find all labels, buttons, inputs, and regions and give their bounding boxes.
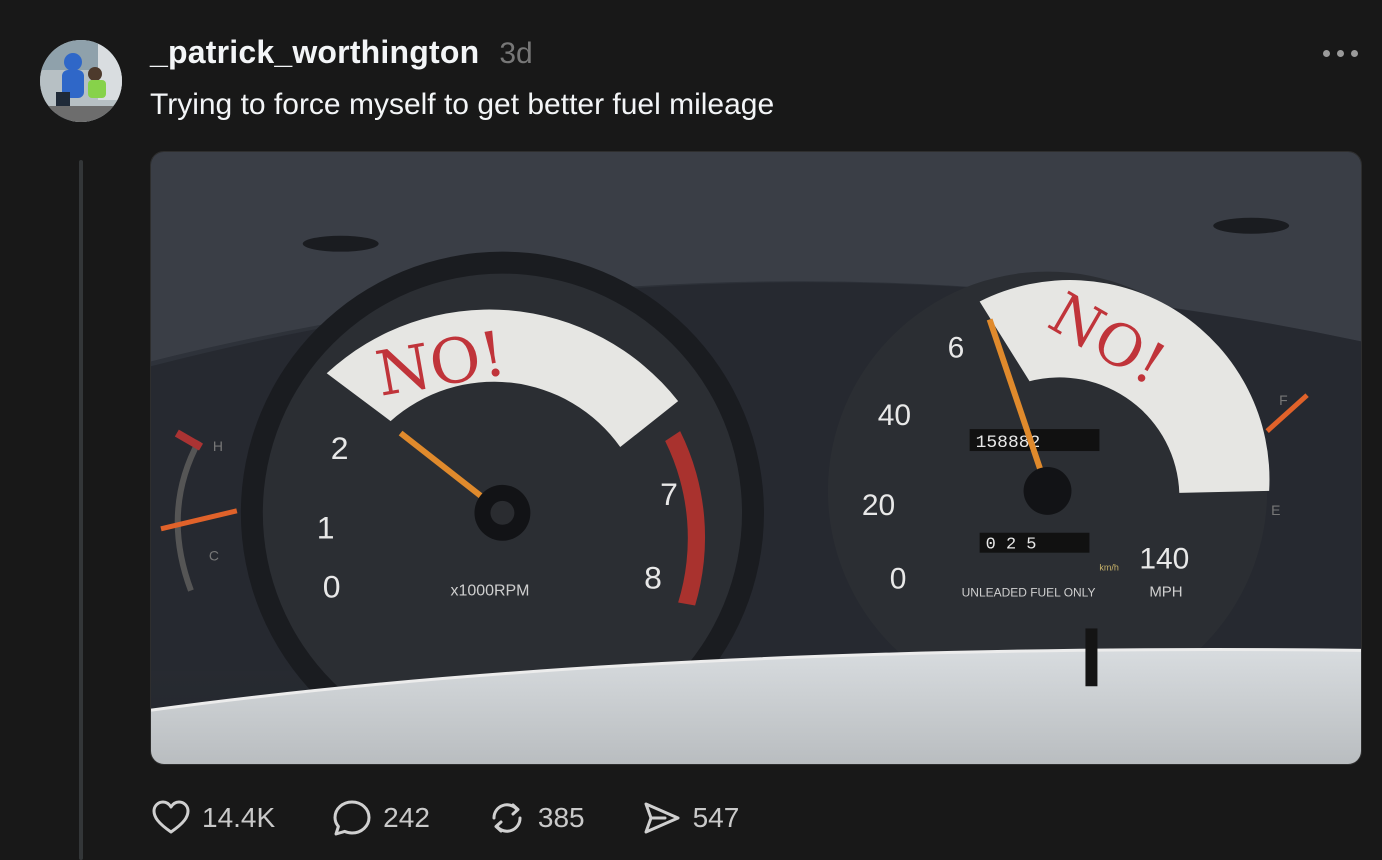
speed-tick-40: 40: [878, 399, 911, 432]
send-icon: [644, 802, 680, 834]
username[interactable]: _patrick_worthington: [150, 34, 479, 71]
post-caption: Trying to force myself to get better fue…: [150, 88, 775, 121]
speedometer: NO! 0 20 40 6 140 MPH UNLEADED FUEL ONLY…: [827, 271, 1270, 711]
post-actions: 14.4K 242 385 547: [150, 797, 795, 839]
more-options-icon[interactable]: [1323, 50, 1358, 57]
post-image[interactable]: H C NO! 0 1 2 7 8 x1000RPM NO! 0 20 40 6…: [150, 151, 1362, 765]
temp-cold-label: C: [209, 548, 219, 564]
reply-button[interactable]: 242: [331, 797, 430, 839]
tach-tick-0: 0: [323, 569, 341, 605]
share-button[interactable]: 547: [641, 797, 740, 839]
speed-tick-140: 140: [1139, 543, 1189, 576]
speed-tick-60: 6: [948, 331, 965, 364]
repost-count: 385: [537, 802, 585, 833]
share-count: 547: [692, 802, 740, 833]
tach-unit: x1000RPM: [451, 583, 530, 600]
post-time[interactable]: 3d: [499, 37, 532, 71]
tach-tick-2: 2: [331, 430, 349, 466]
tach-tick-1: 1: [317, 510, 335, 546]
tach-tick-7: 7: [660, 476, 678, 512]
trip-meter: 0 2 5: [986, 536, 1037, 555]
thread-line: [79, 160, 83, 860]
temp-hot-label: H: [213, 438, 223, 454]
repost-icon: [492, 803, 522, 833]
repost-button[interactable]: 385: [486, 797, 585, 839]
speed-unit: MPH: [1149, 584, 1182, 601]
like-count: 14.4K: [202, 802, 276, 833]
reply-count: 242: [383, 802, 430, 833]
dashboard-photo: H C NO! 0 1 2 7 8 x1000RPM NO! 0 20 40 6…: [151, 152, 1361, 764]
like-button[interactable]: 14.4K: [150, 797, 275, 839]
tach-tick-8: 8: [644, 560, 662, 596]
comment-icon: [333, 800, 371, 836]
avatar[interactable]: [40, 40, 122, 122]
speed-tick-0: 0: [890, 563, 907, 596]
fuel-empty-label: E: [1271, 502, 1280, 518]
heart-icon: [152, 800, 190, 834]
fuel-full-label: F: [1279, 392, 1288, 408]
speed-tick-20: 20: [862, 489, 895, 522]
fuel-notice: UNLEADED FUEL ONLY: [962, 586, 1096, 600]
avatar-image: [40, 40, 122, 122]
kmh-unit: km/h: [1099, 563, 1118, 573]
post-header: _patrick_worthington 3d: [150, 34, 533, 74]
